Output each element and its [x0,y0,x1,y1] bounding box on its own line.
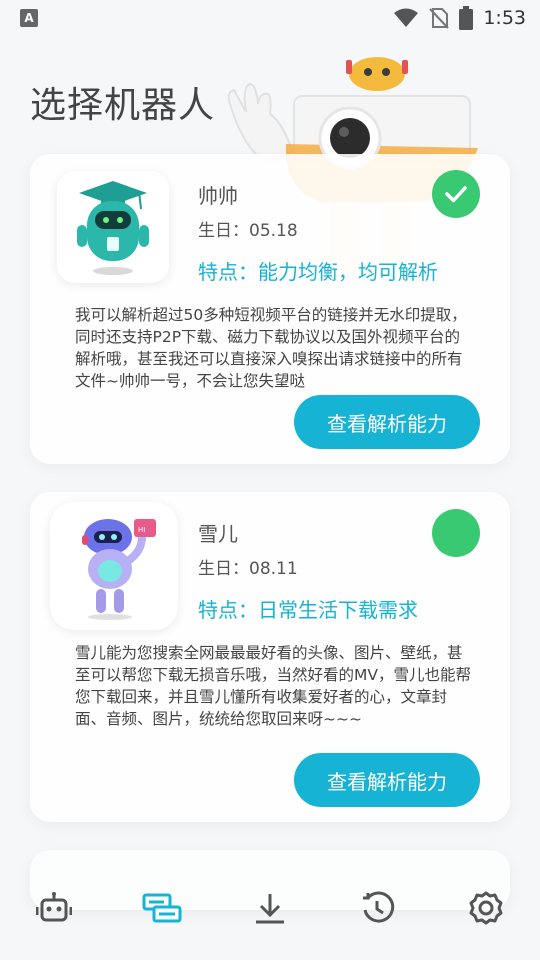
robot-name: 帅帅 [198,184,238,208]
battery-icon [459,6,474,30]
page-title: 选择机器人 [30,85,216,126]
status-bar: A 1:53 [0,0,540,36]
robot-name: 雪儿 [198,522,238,546]
history-icon [363,891,395,923]
no-sim-icon [429,8,450,29]
nav-download[interactable] [240,878,300,938]
nav-history[interactable] [348,878,408,938]
nav-parse[interactable] [132,878,192,938]
view-parse-ability-button[interactable]: 查看解析能力 [294,395,480,449]
robot-birthday: 生日：05.18 [198,221,298,241]
bottom-nav [0,860,540,960]
status-left: A [20,9,38,27]
wifi-icon [394,8,419,27]
robot-avatar: HI [50,502,178,630]
robot-description: 我可以解析超过50多种短视频平台的链接并无水印提取，同时还支持P2P下载、磁力下… [75,306,467,390]
nav-settings[interactable] [456,878,516,938]
select-robot-toggle[interactable] [432,509,480,557]
app-notification-icon: A [20,9,38,27]
robot-card-shuaishuai[interactable]: 帅帅 生日：05.18 特点：能力均衡，均可解析 我可以解析超过50多种短视频平… [30,154,510,464]
robot-card-xueer[interactable]: HI 雪儿 生日：08.11 特点：日常生活下载需求 雪儿能为您搜索全网最最最好… [30,492,510,822]
nav-robot[interactable] [24,878,84,938]
robot-avatar [57,171,169,283]
robot-icon [36,892,72,922]
robot-xueer-icon: HI [82,519,156,620]
robot-feature: 特点：能力均衡，均可解析 [198,260,438,284]
robot-shuaishuai-icon [77,181,149,275]
robot-birthday: 生日：08.11 [198,559,298,579]
svg-text:HI: HI [138,526,145,534]
download-icon [256,894,284,924]
view-parse-ability-button[interactable]: 查看解析能力 [294,753,480,807]
status-clock: 1:53 [483,7,526,29]
robot-description: 雪儿能为您搜索全网最最最好看的头像、图片、壁纸，甚至可以帮您下载无损音乐哦，当然… [75,644,471,728]
status-right: 1:53 [393,6,526,30]
selected-check-icon[interactable] [432,170,480,218]
parse-icon [142,893,182,923]
robot-feature: 特点：日常生活下载需求 [198,598,418,622]
settings-icon [469,891,503,925]
checkmark-icon [445,186,467,203]
